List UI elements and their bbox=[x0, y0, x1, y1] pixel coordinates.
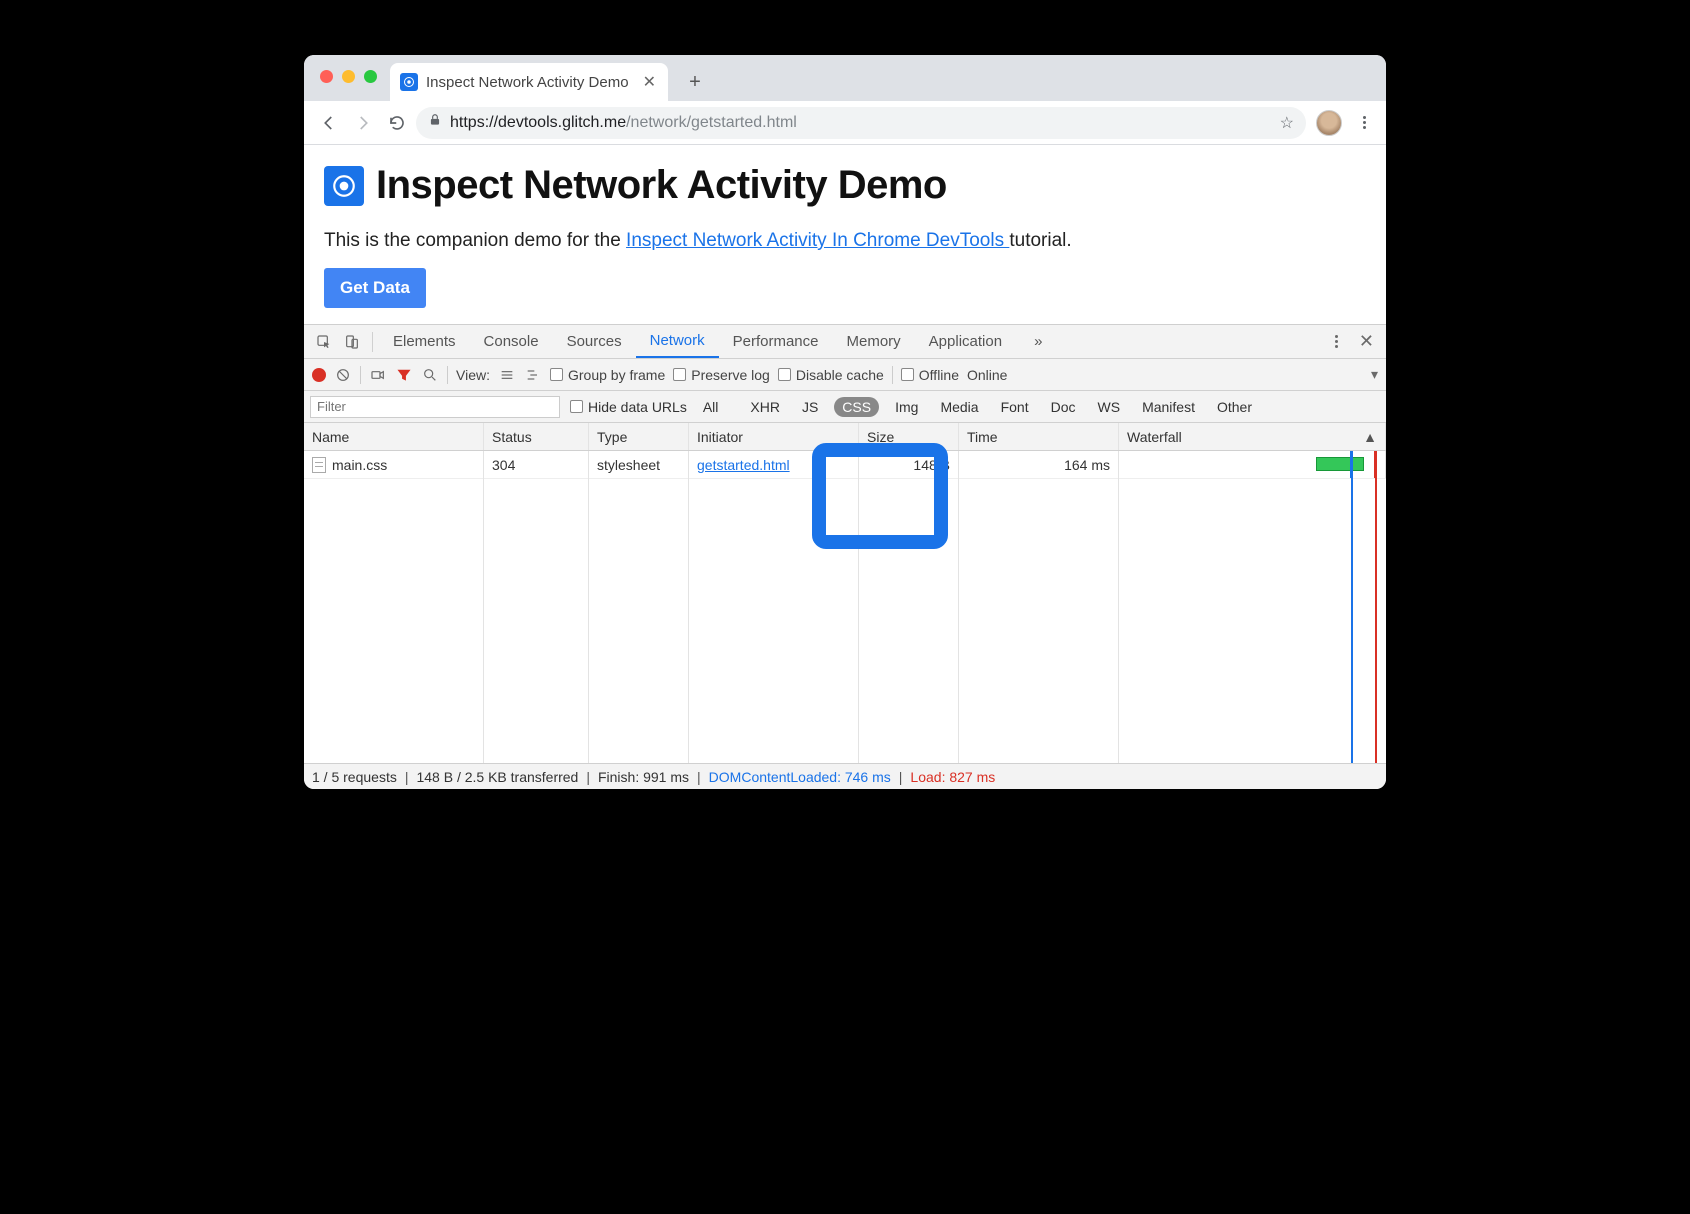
cell-waterfall bbox=[1119, 451, 1386, 478]
back-button[interactable] bbox=[314, 108, 344, 138]
status-transferred: 148 B / 2.5 KB transferred bbox=[416, 769, 578, 785]
offline-checkbox[interactable]: Offline bbox=[901, 367, 959, 383]
cell-status: 304 bbox=[484, 451, 589, 478]
bookmark-icon[interactable]: ☆ bbox=[1280, 113, 1294, 133]
filter-xhr[interactable]: XHR bbox=[744, 397, 786, 417]
filter-js[interactable]: JS bbox=[796, 397, 824, 417]
close-window-button[interactable] bbox=[320, 70, 333, 83]
page-intro: This is the companion demo for the Inspe… bbox=[324, 230, 1366, 252]
filter-ws[interactable]: WS bbox=[1092, 397, 1127, 417]
hide-data-urls-checkbox[interactable]: Hide data URLs bbox=[570, 399, 687, 415]
file-icon bbox=[312, 457, 326, 473]
tab-network[interactable]: Network bbox=[636, 325, 719, 358]
close-tab-icon[interactable]: ✕ bbox=[643, 72, 656, 92]
table-body: main.css 304 stylesheet getstarted.html … bbox=[304, 451, 1386, 763]
col-type[interactable]: Type bbox=[589, 423, 689, 450]
address-bar: https://devtools.glitch.me/network/getst… bbox=[304, 101, 1386, 145]
browser-tab[interactable]: Inspect Network Activity Demo ✕ bbox=[390, 63, 668, 101]
tab-title: Inspect Network Activity Demo bbox=[426, 74, 629, 91]
sort-caret-icon: ▲ bbox=[1363, 429, 1377, 445]
large-rows-icon[interactable] bbox=[498, 366, 516, 384]
tab-performance[interactable]: Performance bbox=[719, 325, 833, 358]
tab-sources[interactable]: Sources bbox=[553, 325, 636, 358]
tab-console[interactable]: Console bbox=[470, 325, 553, 358]
tab-application[interactable]: Application bbox=[915, 325, 1016, 358]
record-button[interactable] bbox=[312, 368, 326, 382]
group-by-frame-checkbox[interactable]: Group by frame bbox=[550, 367, 665, 383]
cell-time: 164 ms bbox=[959, 451, 1119, 478]
page-content: Inspect Network Activity Demo This is th… bbox=[304, 145, 1386, 324]
disable-cache-checkbox[interactable]: Disable cache bbox=[778, 367, 884, 383]
filter-css[interactable]: CSS bbox=[834, 397, 879, 417]
url-text: https://devtools.glitch.me/network/getst… bbox=[450, 114, 797, 132]
search-icon[interactable] bbox=[421, 366, 439, 384]
url-bar[interactable]: https://devtools.glitch.me/network/getst… bbox=[416, 107, 1306, 139]
network-table: Name Status Type Initiator Size Time Wat… bbox=[304, 423, 1386, 763]
overview-icon[interactable] bbox=[524, 366, 542, 384]
device-toggle-icon[interactable] bbox=[338, 334, 366, 350]
lock-icon bbox=[428, 113, 442, 132]
network-filter-bar: Hide data URLs All XHR JS CSS Img Media … bbox=[304, 391, 1386, 423]
forward-button[interactable] bbox=[348, 108, 378, 138]
browser-window: Inspect Network Activity Demo ✕ + https:… bbox=[304, 55, 1386, 789]
filter-img[interactable]: Img bbox=[889, 397, 924, 417]
filter-font[interactable]: Font bbox=[995, 397, 1035, 417]
status-finish: Finish: 991 ms bbox=[598, 769, 689, 785]
filter-manifest[interactable]: Manifest bbox=[1136, 397, 1201, 417]
table-header: Name Status Type Initiator Size Time Wat… bbox=[304, 423, 1386, 451]
minimize-window-button[interactable] bbox=[342, 70, 355, 83]
new-tab-button[interactable]: + bbox=[680, 67, 710, 97]
col-time[interactable]: Time bbox=[959, 423, 1119, 450]
browser-menu-button[interactable] bbox=[1352, 116, 1376, 129]
get-data-button[interactable]: Get Data bbox=[324, 268, 426, 308]
inspect-element-icon[interactable] bbox=[310, 334, 338, 350]
profile-avatar[interactable] bbox=[1316, 110, 1342, 136]
tab-elements[interactable]: Elements bbox=[379, 325, 470, 358]
page-heading: Inspect Network Activity Demo bbox=[324, 163, 1366, 208]
maximize-window-button[interactable] bbox=[364, 70, 377, 83]
devtools-panel: Elements Console Sources Network Perform… bbox=[304, 324, 1386, 789]
col-name[interactable]: Name bbox=[304, 423, 484, 450]
filter-all[interactable]: All bbox=[697, 397, 725, 417]
filter-media[interactable]: Media bbox=[934, 397, 984, 417]
col-status[interactable]: Status bbox=[484, 423, 589, 450]
tutorial-link[interactable]: Inspect Network Activity In Chrome DevTo… bbox=[626, 230, 1009, 251]
close-devtools-button[interactable]: ✕ bbox=[1359, 331, 1374, 352]
cell-initiator[interactable]: getstarted.html bbox=[689, 451, 859, 478]
cell-name: main.css bbox=[304, 451, 484, 478]
filter-input[interactable] bbox=[310, 396, 560, 418]
col-size[interactable]: Size bbox=[859, 423, 959, 450]
filter-doc[interactable]: Doc bbox=[1045, 397, 1082, 417]
col-initiator[interactable]: Initiator bbox=[689, 423, 859, 450]
filter-other[interactable]: Other bbox=[1211, 397, 1258, 417]
devtools-logo-icon bbox=[324, 166, 364, 206]
network-status-bar: 1 / 5 requests | 148 B / 2.5 KB transfer… bbox=[304, 763, 1386, 789]
preserve-log-checkbox[interactable]: Preserve log bbox=[673, 367, 770, 383]
page-title-text: Inspect Network Activity Demo bbox=[376, 163, 947, 208]
devtools-tab-bar: Elements Console Sources Network Perform… bbox=[304, 325, 1386, 359]
reload-button[interactable] bbox=[382, 108, 412, 138]
col-waterfall[interactable]: Waterfall ▲ bbox=[1119, 423, 1386, 450]
cell-type: stylesheet bbox=[589, 451, 689, 478]
table-row[interactable]: main.css 304 stylesheet getstarted.html … bbox=[304, 451, 1386, 479]
camera-icon[interactable] bbox=[369, 366, 387, 384]
network-toolbar: View: Group by frame Preserve log Disabl… bbox=[304, 359, 1386, 391]
window-controls bbox=[320, 70, 377, 83]
more-tabs-icon[interactable]: » bbox=[1020, 325, 1056, 358]
view-label: View: bbox=[456, 367, 490, 383]
status-domcontentloaded: DOMContentLoaded: 746 ms bbox=[709, 769, 891, 785]
filter-icon[interactable] bbox=[395, 366, 413, 384]
throttling-dropdown-icon[interactable]: ▾ bbox=[1371, 366, 1378, 383]
status-requests: 1 / 5 requests bbox=[312, 769, 397, 785]
online-label[interactable]: Online bbox=[967, 367, 1007, 383]
tab-memory[interactable]: Memory bbox=[833, 325, 915, 358]
cell-size: 148 B bbox=[859, 451, 959, 478]
tab-strip: Inspect Network Activity Demo ✕ + bbox=[304, 55, 1386, 101]
devtools-favicon-icon bbox=[400, 73, 418, 91]
status-load: Load: 827 ms bbox=[910, 769, 995, 785]
clear-icon[interactable] bbox=[334, 366, 352, 384]
devtools-menu-button[interactable] bbox=[1325, 335, 1349, 348]
